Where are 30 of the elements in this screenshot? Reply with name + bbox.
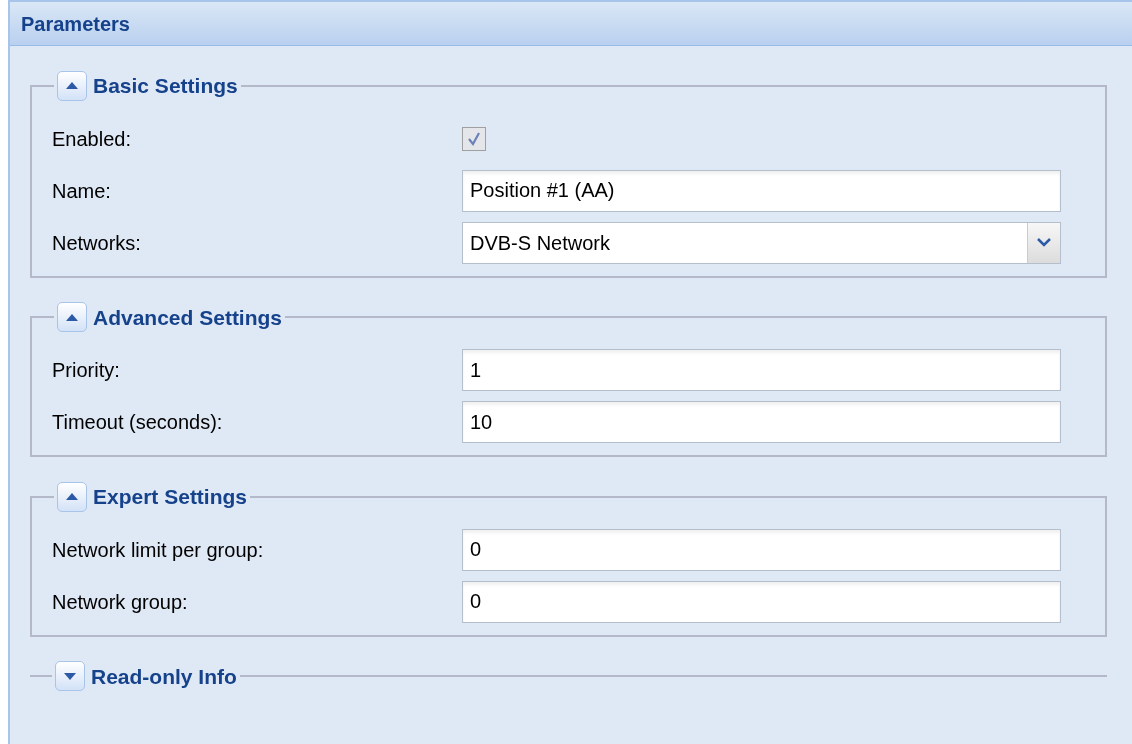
field-label: Enabled: <box>52 126 132 152</box>
dropdown-value: DVB-S Network <box>469 230 612 256</box>
collapse-button[interactable] <box>57 302 87 333</box>
up-triangle-icon <box>66 82 78 90</box>
checkmark-icon <box>466 130 482 147</box>
collapse-button[interactable] <box>57 70 87 101</box>
text-field[interactable]: Position #1 (AA) <box>462 169 1061 212</box>
text-field[interactable]: 0 <box>462 528 1061 571</box>
text-field[interactable]: 0 <box>462 580 1061 623</box>
down-triangle-icon <box>64 672 76 680</box>
collapse-button[interactable] <box>57 481 87 512</box>
dropdown-field[interactable]: DVB-S Network <box>462 221 1061 264</box>
field-label: Networks: <box>52 230 142 256</box>
chevron-down-icon <box>1037 238 1051 247</box>
panel-title: Parameters <box>21 11 130 37</box>
field-label: Network limit per group: <box>52 537 265 563</box>
group-title: Basic Settings <box>93 73 238 99</box>
text-field[interactable]: 1 <box>462 349 1061 391</box>
up-triangle-icon <box>66 313 78 321</box>
field-label: Name: <box>52 178 112 204</box>
group-title: Advanced Settings <box>93 304 283 331</box>
group-title: Read-only Info <box>91 663 237 690</box>
field-label: Timeout (seconds): <box>52 410 224 435</box>
group-title: Expert Settings <box>93 484 248 510</box>
dropdown-trigger[interactable] <box>1027 222 1060 263</box>
field-label: Network group: <box>52 589 189 615</box>
text-field[interactable]: 10 <box>462 401 1061 443</box>
field-label: Priority: <box>52 358 121 383</box>
up-triangle-icon <box>66 493 78 501</box>
expand-button[interactable] <box>55 661 85 692</box>
